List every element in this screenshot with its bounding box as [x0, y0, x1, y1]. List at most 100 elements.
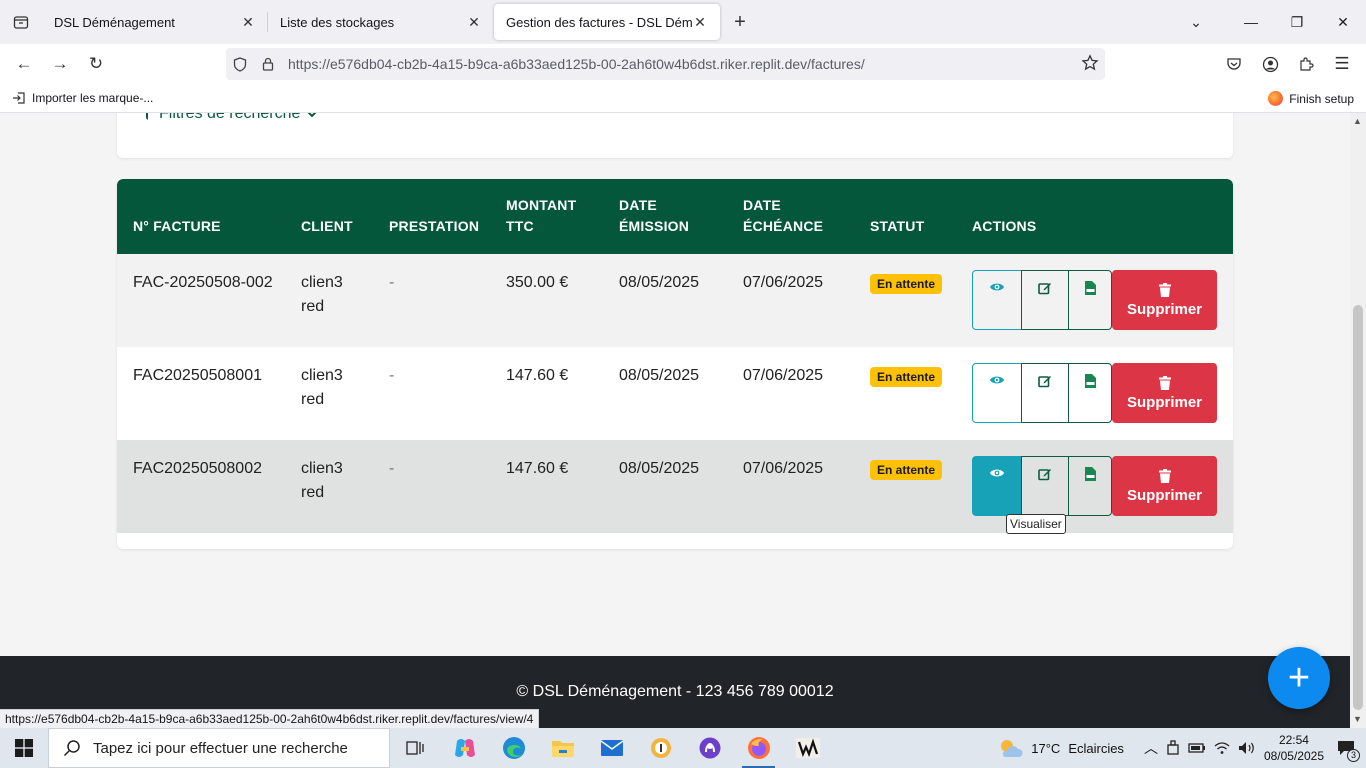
page-scrollbar[interactable]: ▲ ▼ [1350, 113, 1366, 728]
service-cell: - [389, 460, 395, 477]
windows-logo-icon [15, 739, 33, 757]
browser-tab-strip: DSL Déménagement ✕ Liste des stockages ✕… [0, 0, 1366, 44]
tray-chevron-up-icon[interactable]: ︿ [1144, 738, 1158, 758]
import-bookmarks-label: Importer les marque-... [32, 91, 154, 105]
minimize-button[interactable]: — [1228, 0, 1274, 44]
status-badge: En attente [870, 274, 943, 294]
table-row: FAC-20250508-002 clien3 red - 350.00 € 08… [117, 254, 1233, 347]
network-icon[interactable] [1166, 740, 1180, 756]
amount-cell: 147.60 € [506, 460, 569, 477]
footer-text: © DSL Déménagement - 123 456 789 00012 [516, 683, 834, 700]
finish-setup-item[interactable]: Finish setup [1268, 91, 1354, 106]
delete-label: Supprimer [1126, 393, 1202, 411]
due-date-cell: 07/06/2025 [743, 460, 824, 477]
browser-tab[interactable]: DSL Déménagement ✕ [42, 0, 268, 44]
pdf-button[interactable] [1068, 363, 1112, 423]
delete-button[interactable]: Supprimer [1112, 270, 1217, 330]
copilot-icon[interactable] [440, 728, 489, 768]
volume-icon[interactable] [1238, 741, 1256, 755]
close-icon[interactable]: ✕ [466, 14, 482, 31]
client-name-line1: clien3 [301, 274, 343, 291]
shield-icon[interactable] [226, 56, 254, 72]
address-bar[interactable]: https://e576db04-cb2b-4a15-b9ca-a6b33aed… [226, 48, 1105, 80]
tab-list-icon[interactable] [0, 0, 42, 44]
taskbar-search-input[interactable]: Tapez ici pour effectuer une recherche [48, 728, 390, 768]
import-bookmarks-item[interactable]: Importer les marque-... [0, 91, 153, 105]
edge-icon[interactable] [489, 728, 538, 768]
view-button[interactable] [972, 363, 1022, 423]
extensions-icon[interactable] [1288, 48, 1324, 80]
windows-taskbar: Tapez ici pour effectuer une recherche 1… [0, 728, 1366, 768]
reload-icon[interactable]: ↻ [78, 48, 114, 80]
weather-cloud-sun-icon[interactable] [997, 737, 1023, 759]
forward-arrow-icon[interactable]: → [42, 48, 78, 80]
view-button[interactable] [972, 456, 1022, 516]
page-content: Filtres de recherche N° FACTURE CLIENT P… [0, 113, 1350, 728]
chevron-down-icon[interactable]: ⌄ [1164, 0, 1228, 44]
url-origin: https://e576db04-cb2b-4a15-b9ca-a6b33aed… [288, 56, 808, 72]
star-icon[interactable] [1081, 54, 1099, 75]
weather-description: Eclaircies [1068, 740, 1124, 756]
edit-button[interactable] [1021, 456, 1069, 516]
client-name: clien3 red [301, 364, 343, 412]
file-explorer-icon[interactable] [538, 728, 587, 768]
view-button[interactable] [972, 270, 1022, 330]
account-icon[interactable] [1252, 48, 1288, 80]
close-icon[interactable]: ✕ [692, 14, 708, 31]
col-header-actions: ACTIONS [972, 218, 1037, 234]
scroll-thumb[interactable] [1353, 305, 1363, 710]
github-icon[interactable] [685, 728, 734, 768]
windows-start-button[interactable] [0, 728, 48, 768]
service-cell: - [389, 274, 395, 291]
view-tooltip: Visualiser [1006, 514, 1066, 534]
search-icon [63, 740, 80, 757]
client-name-line2: red [301, 391, 325, 408]
task-view-icon[interactable] [390, 728, 440, 768]
clock-date: 08/05/2025 [1263, 749, 1324, 763]
browser-tab[interactable]: Liste des stockages ✕ [268, 0, 494, 44]
table-header: N° FACTURE CLIENT PRESTATION MONTANT TTC … [117, 179, 1233, 254]
client-name-line2: red [301, 484, 325, 501]
invoice-number: FAC-20250508-002 [133, 274, 273, 291]
browser-tab-active[interactable]: Gestion des factures - DSL Déménagement … [494, 4, 720, 40]
close-icon[interactable]: ✕ [240, 14, 256, 31]
url-text: https://e576db04-cb2b-4a15-b9ca-a6b33aed… [282, 56, 865, 72]
notification-center-icon[interactable]: 3 [1332, 734, 1360, 762]
password-manager-icon[interactable] [636, 728, 685, 768]
link-status-url: https://e576db04-cb2b-4a15-b9ca-a6b33aed… [0, 709, 540, 728]
pdf-button[interactable] [1068, 270, 1112, 330]
edit-button[interactable] [1021, 270, 1069, 330]
menu-icon[interactable]: ☰ [1324, 48, 1360, 80]
eye-icon [990, 283, 1004, 291]
filters-toggle[interactable]: Filtres de recherche [141, 113, 318, 123]
col-header-issue-date: DATE ÉMISSION [619, 195, 689, 237]
toolbar-right: ☰ [1216, 48, 1360, 80]
edit-icon [1038, 283, 1051, 295]
invoice-number: FAC20250508001 [133, 367, 262, 384]
taskbar-clock[interactable]: 22:54 08/05/2025 [1264, 732, 1324, 764]
scroll-down-arrow-icon[interactable]: ▼ [1353, 714, 1362, 724]
col-header-amount: MONTANT TTC [506, 195, 576, 237]
col-header-issue-line2: ÉMISSION [619, 218, 690, 234]
app-w-icon[interactable] [783, 728, 832, 768]
lock-icon[interactable] [254, 57, 282, 71]
new-tab-button[interactable]: + [720, 0, 760, 44]
pocket-icon[interactable] [1216, 48, 1252, 80]
edit-button[interactable] [1021, 363, 1069, 423]
eye-icon [990, 469, 1004, 477]
wifi-icon[interactable] [1214, 741, 1230, 755]
firefox-icon[interactable] [734, 728, 783, 768]
scroll-up-arrow-icon[interactable]: ▲ [1353, 116, 1362, 126]
delete-button[interactable]: Supprimer [1112, 363, 1217, 423]
window-close-button[interactable]: ✕ [1320, 0, 1366, 44]
delete-label: Supprimer [1126, 486, 1202, 504]
mail-icon[interactable] [587, 728, 636, 768]
add-invoice-button[interactable]: + [1268, 647, 1330, 709]
amount-cell: 350.00 € [506, 274, 569, 291]
pdf-button[interactable] [1068, 456, 1112, 516]
delete-button[interactable]: Supprimer [1112, 456, 1217, 516]
restore-button[interactable]: ❐ [1274, 0, 1320, 44]
client-name-line2: red [301, 298, 325, 315]
back-arrow-icon[interactable]: ← [6, 48, 42, 80]
battery-icon[interactable] [1188, 742, 1206, 754]
